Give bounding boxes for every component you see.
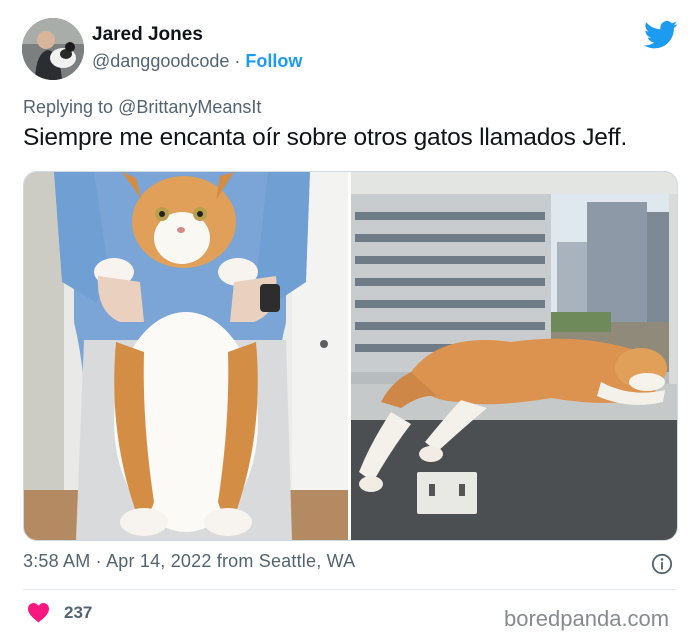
follow-button[interactable]: Follow bbox=[245, 51, 302, 71]
tweet-time[interactable]: 3:58 AM bbox=[23, 551, 90, 571]
avatar-image bbox=[22, 18, 84, 80]
heart-icon[interactable] bbox=[27, 602, 50, 623]
meta-dot: · bbox=[95, 551, 102, 571]
info-icon[interactable] bbox=[651, 553, 673, 575]
media-grid bbox=[23, 171, 678, 541]
tweet-card: Jared Jones @danggoodcode · Follow Reply… bbox=[0, 0, 700, 642]
dot-separator: · bbox=[234, 51, 241, 71]
author-name[interactable]: Jared Jones bbox=[92, 24, 203, 46]
replying-to: Replying to @BrittanyMeansIt bbox=[23, 97, 261, 118]
tweet-date[interactable]: Apr 14, 2022 bbox=[106, 551, 211, 571]
tweet-text: Siempre me encanta oír sobre otros gatos… bbox=[23, 124, 628, 151]
author-handle-row: @danggoodcode · Follow bbox=[92, 51, 302, 72]
replying-prefix: Replying to bbox=[23, 97, 114, 117]
twitter-bird-icon[interactable] bbox=[644, 20, 678, 50]
tweet-meta: 3:58 AM · Apr 14, 2022 from Seattle, WA bbox=[23, 551, 355, 572]
cat-windowsill-image bbox=[351, 172, 677, 540]
separator-line bbox=[23, 589, 676, 590]
cat-on-windowsill-photo[interactable] bbox=[351, 172, 677, 540]
cat-held-photo[interactable] bbox=[24, 172, 348, 540]
author-avatar[interactable] bbox=[22, 18, 84, 80]
source-watermark: boredpanda.com bbox=[504, 606, 670, 631]
reply-mention-link[interactable]: @BrittanyMeansIt bbox=[118, 97, 261, 117]
author-handle[interactable]: @danggoodcode bbox=[92, 51, 229, 71]
cat-held-image bbox=[24, 172, 348, 540]
like-count: 237 bbox=[64, 603, 93, 622]
tweet-location: from Seattle, WA bbox=[216, 551, 356, 571]
